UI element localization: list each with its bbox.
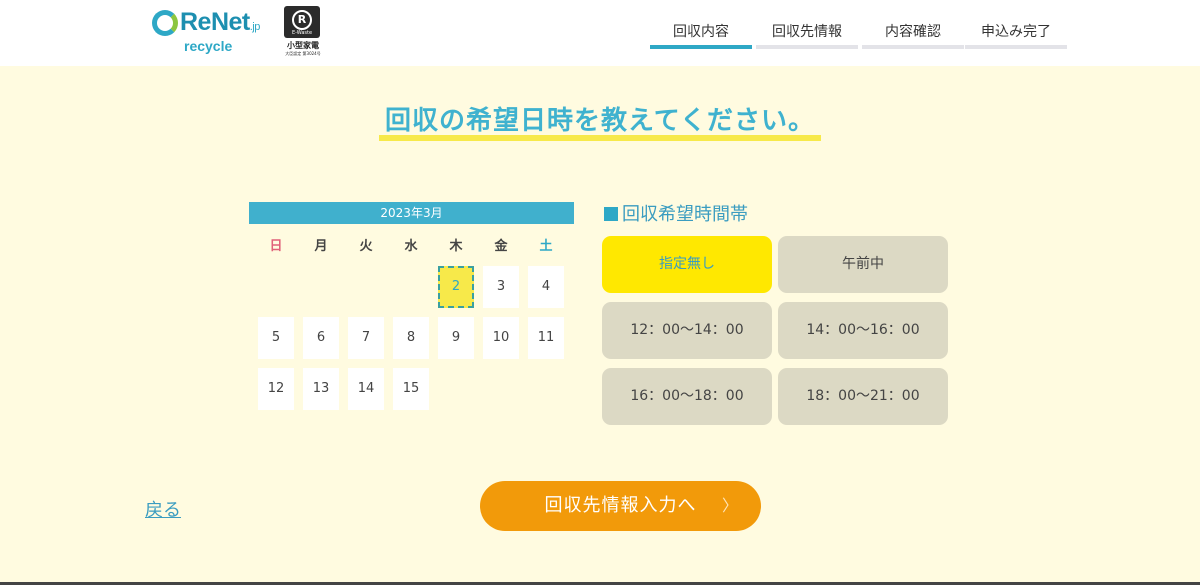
calendar-day-10[interactable]: 10: [483, 317, 519, 359]
time-slot-14-16[interactable]: 14：00～16：00: [778, 302, 948, 359]
cert-mini-label: E-Waste: [291, 30, 313, 36]
time-slot-morning[interactable]: 午前中: [778, 236, 948, 293]
time-slot-16-18[interactable]: 16：00～18：00: [602, 368, 772, 425]
calendar-day-4[interactable]: 4: [528, 266, 564, 308]
chevron-right-icon: 〉: [721, 496, 739, 515]
calendar-day-12[interactable]: 12: [258, 368, 294, 410]
step-confirm: 内容確認: [862, 20, 964, 49]
cert-number: 大臣認定 第3024号: [285, 51, 321, 56]
step-collection-content: 回収内容: [650, 20, 752, 49]
weekday-thu: 木: [449, 239, 463, 254]
calendar-day-7[interactable]: 7: [348, 317, 384, 359]
calendar-day-11[interactable]: 11: [528, 317, 564, 359]
calendar-month: 2023年3月: [249, 202, 574, 224]
weekday-sun: 日: [269, 239, 283, 254]
calendar-day-2[interactable]: 2: [438, 266, 474, 308]
next-button-label: 回収先情報入力へ: [544, 495, 697, 516]
e-waste-icon: R E-Waste: [284, 6, 320, 38]
calendar-day-15[interactable]: 15: [393, 368, 429, 410]
weekday-fri: 金: [494, 239, 508, 254]
time-slot-12-14[interactable]: 12：00～14：00: [602, 302, 772, 359]
cert-title: 小型家電: [287, 41, 319, 50]
time-slot-none[interactable]: 指定無し: [602, 236, 772, 293]
square-bullet-icon: [604, 207, 618, 221]
next-button[interactable]: 回収先情報入力へ 〉: [480, 481, 761, 531]
page-title: 回収の希望日時を教えてください。: [379, 100, 821, 141]
calendar-day-13[interactable]: 13: [303, 368, 339, 410]
cert-mark: R: [292, 10, 312, 30]
header: ReNet.jp recycle R E-Waste 小型家電 大臣認定 第30…: [0, 0, 1200, 66]
time-slot-18-21[interactable]: 18：00～21：00: [778, 368, 948, 425]
renet-logo[interactable]: ReNet.jp recycle: [150, 8, 270, 56]
back-link[interactable]: 戻る: [145, 496, 181, 522]
calendar-day-6[interactable]: 6: [303, 317, 339, 359]
step-complete: 申込み完了: [965, 20, 1067, 49]
calendar-day-8[interactable]: 8: [393, 317, 429, 359]
logo-text: ReNet.jp: [180, 8, 260, 36]
calendar-day-9[interactable]: 9: [438, 317, 474, 359]
time-section-title: 回収希望時間帯: [604, 200, 748, 226]
weekday-tue: 火: [359, 239, 373, 254]
weekday-mon: 月: [314, 239, 328, 254]
calendar-day-14[interactable]: 14: [348, 368, 384, 410]
step-collection-info: 回収先情報: [756, 20, 858, 49]
recycle-logo-icon: [152, 10, 178, 36]
calendar: 2023年3月 日 月 火 水 木 金 土 2 3 4 5 6 7 8 9 10…: [249, 202, 574, 410]
logo-subtitle: recycle: [184, 38, 233, 54]
weekday-wed: 水: [404, 239, 418, 254]
certification-badge: R E-Waste 小型家電 大臣認定 第3024号: [282, 6, 324, 60]
calendar-day-5[interactable]: 5: [258, 317, 294, 359]
weekday-sat: 土: [539, 239, 553, 254]
calendar-day-3[interactable]: 3: [483, 266, 519, 308]
page-title-wrap: 回収の希望日時を教えてください。: [0, 100, 1200, 141]
